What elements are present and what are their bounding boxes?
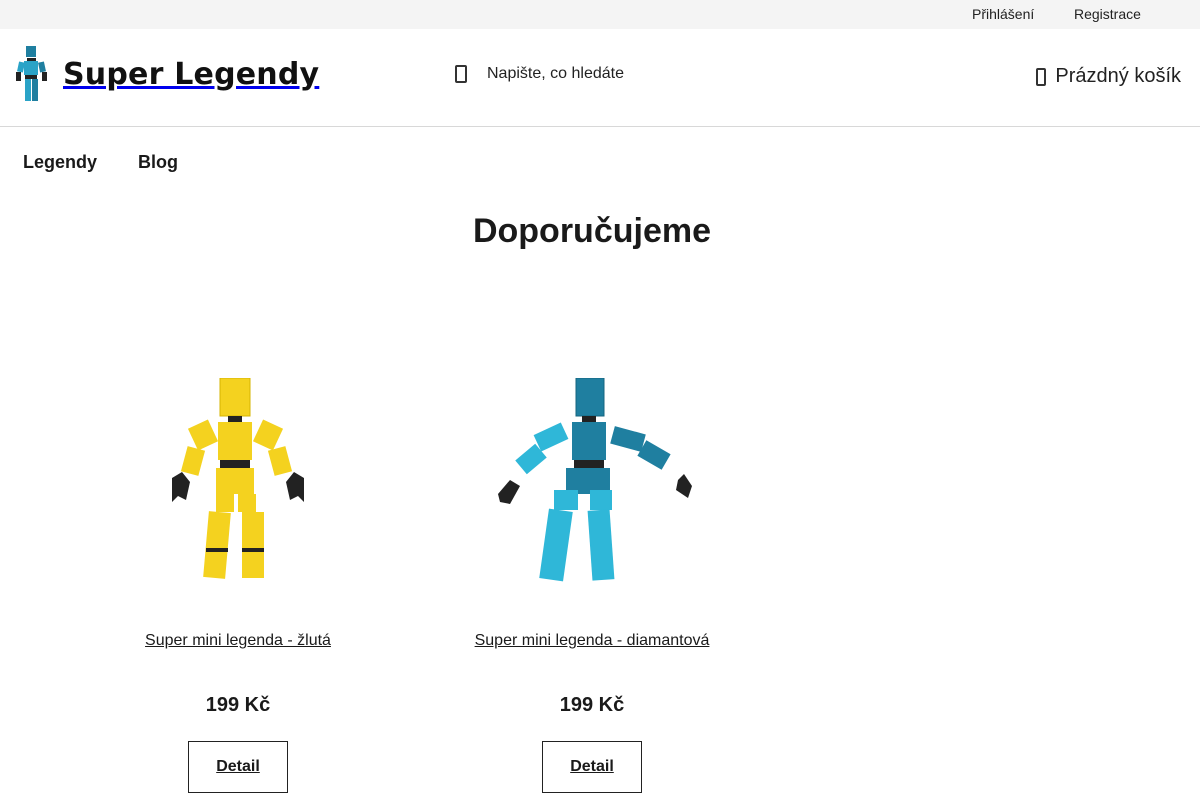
nav-item-blog[interactable]: Blog	[138, 152, 178, 173]
product-price: 199 Kč	[559, 694, 625, 716]
login-link[interactable]: Přihlášení	[972, 6, 1034, 22]
cart-icon	[1036, 67, 1047, 86]
product-image[interactable]	[442, 360, 742, 600]
search-icon[interactable]	[455, 65, 467, 83]
top-bar: Přihlášení Registrace	[0, 0, 1200, 29]
product-name-link[interactable]: Super mini legenda - žlutá	[88, 632, 388, 650]
logo[interactable]: Super Legendy	[15, 44, 319, 104]
main-nav: Legendy Blog	[0, 128, 1200, 194]
section-title: Doporučujeme	[472, 212, 712, 250]
detail-button[interactable]: Detail	[188, 741, 288, 793]
logo-text: Super Legendy	[63, 56, 320, 92]
register-link[interactable]: Registrace	[1074, 6, 1141, 22]
cart-button[interactable]: Prázdný košík	[1036, 65, 1181, 88]
detail-button[interactable]: Detail	[542, 741, 642, 793]
product-price: 199 Kč	[205, 694, 271, 716]
product-image[interactable]	[88, 360, 388, 600]
diamond-figure-image	[498, 377, 692, 581]
search-input[interactable]: Napište, co hledáte	[487, 65, 624, 83]
logo-figure-icon	[16, 46, 47, 101]
cart-label: Prázdný košík	[1055, 65, 1181, 87]
product-card: Super mini legenda - diamantová 199 Kč D…	[442, 360, 742, 793]
yellow-figure-image	[172, 377, 304, 579]
product-card: Super mini legenda - žlutá 199 Kč Detail	[88, 360, 388, 793]
search-box[interactable]: Napište, co hledáte	[455, 65, 624, 83]
product-name-link[interactable]: Super mini legenda - diamantová	[442, 632, 742, 650]
nav-item-legendy[interactable]: Legendy	[23, 152, 97, 173]
site-header: Super Legendy Napište, co hledáte Prázdn…	[0, 29, 1200, 127]
